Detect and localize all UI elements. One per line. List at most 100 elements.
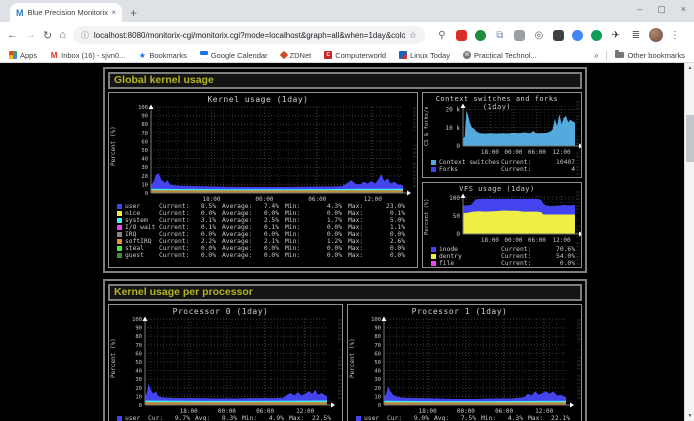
legend-row: Context switchesCurrent:10407 [431,159,575,166]
tab-close-icon[interactable]: × [111,8,116,17]
scroll-up-icon[interactable]: ▲ [685,63,694,73]
bookmark-inbox[interactable]: MInbox (16) - sjvn0... [50,51,125,60]
browser-menu-icon[interactable]: ⋮ [670,30,680,41]
tab-strip: M Blue Precision Monitorix × + – ▢ × [0,0,694,22]
svg-text:100: 100 [449,195,460,202]
search-icon[interactable]: ⚲ [436,29,448,41]
legend-stat-value: 4.9% [261,415,284,421]
section-title: Kernel usage per processor [108,284,582,301]
legend-row: IRQCurrent:0.0%Average:0.0%Min:0.0%Max:0… [117,231,411,238]
browser-tab[interactable]: M Blue Precision Monitorix × [10,3,122,22]
legend-swatch [117,204,122,209]
legend-row: inodeCurrent:70.6% [431,246,575,253]
legend-row: guestCurrent:0.0%Average:0.0%Min:0.0%Max… [117,252,411,259]
svg-text:12:00: 12:00 [535,408,553,415]
blue-capsule-extension-icon[interactable] [572,30,583,41]
red-square-extension-icon[interactable] [456,30,467,41]
legend-row: userCurrent:8.5%Average:7.4%Min:4.3%Max:… [117,203,411,210]
y-axis-label: Percent (%) [349,313,356,403]
legend-label: softIRQ [125,238,159,245]
window-maximize-button[interactable]: ▢ [657,4,666,15]
context-switches-graph[interactable]: Context switches and forks (1day) CS & f… [422,92,582,178]
window-close-button[interactable]: × [681,4,686,14]
legend-stat-name: Min: [242,415,261,421]
legend-stat-name: Average: [222,224,255,231]
kernel-usage-graph[interactable]: Kernel usage (1day) Percent (%) RRDTOOL … [108,92,418,268]
legend-stat-name: Min: [285,210,318,217]
svg-text:06:00: 06:00 [256,408,274,415]
legend-stat-value: 22.5% [308,415,331,421]
monitorix-favicon: M [16,8,24,18]
legend-stat-name: Min: [285,231,318,238]
legend-label: guest [125,252,159,259]
legend-stat-value: 0.0% [318,224,342,231]
bookmark-zdnet[interactable]: ZDNet [281,51,312,60]
window-minimize-button[interactable]: – [637,4,642,14]
address-bar[interactable]: ⓘ localhost:8080/monitorix-cgi/monitorix… [73,26,425,44]
site-info-icon[interactable]: ⓘ [81,30,89,41]
y-axis-label: Percent (%) [110,101,117,191]
svg-text:100: 100 [371,317,381,323]
svg-text:40: 40 [374,369,381,375]
legend-stat-name: Average: [222,217,255,224]
svg-text:18:00: 18:00 [481,149,499,156]
eye-extension-icon[interactable]: ◎ [533,29,545,41]
legend-stat-value: 0.0% [381,252,405,259]
processor-0-graph[interactable]: Processor 0 (1day) Percent (%) RRDTOOL /… [108,304,343,421]
scrollbar-thumb[interactable] [686,115,694,162]
graph-legend: userCur:9.0%Avg:7.5%Min:4.3%Max:22.1%nic… [356,415,575,421]
gray-square-extension-icon[interactable] [514,30,525,41]
legend-stat-value: 0.1% [192,224,216,231]
legend-label: IRQ [125,231,159,238]
back-icon[interactable]: ← [7,29,18,41]
legend-stat-value: 0.0% [541,260,575,267]
bookmark-google-calendar[interactable]: Google Calendar [200,51,268,60]
bookmark-linux-today[interactable]: Linux Today [399,51,450,60]
legend-stat-value: 0.1% [255,224,279,231]
svg-text:50: 50 [135,360,142,366]
svg-text:00:00: 00:00 [457,408,475,415]
bookmarks-overflow-icon[interactable]: » [594,51,598,60]
vertical-scrollbar[interactable]: ▲ ▼ [684,63,694,421]
extensions-row: ⚲ ⧉ ◎ ✈ ≣ [436,29,642,41]
legend-stat-name: Min: [285,203,318,210]
svg-text:50: 50 [374,360,381,366]
processor-1-graph[interactable]: Processor 1 (1day) Percent (%) RRDTOOL /… [347,304,582,421]
svg-text:06:00: 06:00 [528,237,546,244]
legend-stat-name: Current: [501,246,541,253]
new-tab-button[interactable]: + [130,3,137,22]
copy-pages-extension-icon[interactable]: ⧉ [494,29,506,41]
bookmark-practical-tech[interactable]: WPractical Technol... [463,51,537,60]
computerworld-icon: C [324,51,332,59]
profile-avatar[interactable] [649,28,663,42]
bookmark-bookmarks[interactable]: ★Bookmarks [138,51,187,60]
legend-row: userCur:9.0%Avg:7.5%Min:4.3%Max:22.1% [356,415,575,421]
home-icon[interactable]: ⌂ [59,29,66,41]
legend-stat-value: 10407 [541,159,575,166]
legend-stat-value: 3.1% [192,217,216,224]
green-circle-extension-icon[interactable] [591,30,602,41]
bookmark-star-icon[interactable]: ☆ [409,30,417,41]
green-globe-extension-icon[interactable] [475,30,486,41]
legend-stat-name: Min: [285,217,318,224]
list-extension-icon[interactable]: ≣ [630,29,642,41]
legend-row: niceCurrent:0.0%Average:0.0%Min:0.0%Max:… [117,210,411,217]
vfs-usage-graph[interactable]: VFS usage (1day) Percent (%) RRDTOOL / T… [422,182,582,268]
legend-stat-value: 0.0% [318,252,342,259]
other-bookmarks-button[interactable]: Other bookmarks [615,51,685,60]
url-text[interactable]: localhost:8080/monitorix-cgi/monitorix.c… [94,31,405,40]
legend-stat-value: 4 [541,166,575,173]
reload-icon[interactable]: ↻ [43,29,52,42]
svg-text:70: 70 [141,131,148,137]
svg-text:00:00: 00:00 [504,237,522,244]
legend-stat-name: Cur: [148,415,167,421]
bookmark-computerworld[interactable]: CComputerworld [324,51,386,60]
svg-text:00:00: 00:00 [218,408,236,415]
plane-extension-icon[interactable]: ✈ [610,29,622,41]
svg-text:06:00: 06:00 [495,408,513,415]
scroll-down-icon[interactable]: ▼ [685,411,694,421]
dark-square-extension-icon[interactable] [553,30,564,41]
legend-label: user [125,203,159,210]
legend-row: systemCurrent:3.1%Average:2.5%Min:1.7%Ma… [117,217,411,224]
bookmark-apps[interactable]: Apps [9,51,37,60]
